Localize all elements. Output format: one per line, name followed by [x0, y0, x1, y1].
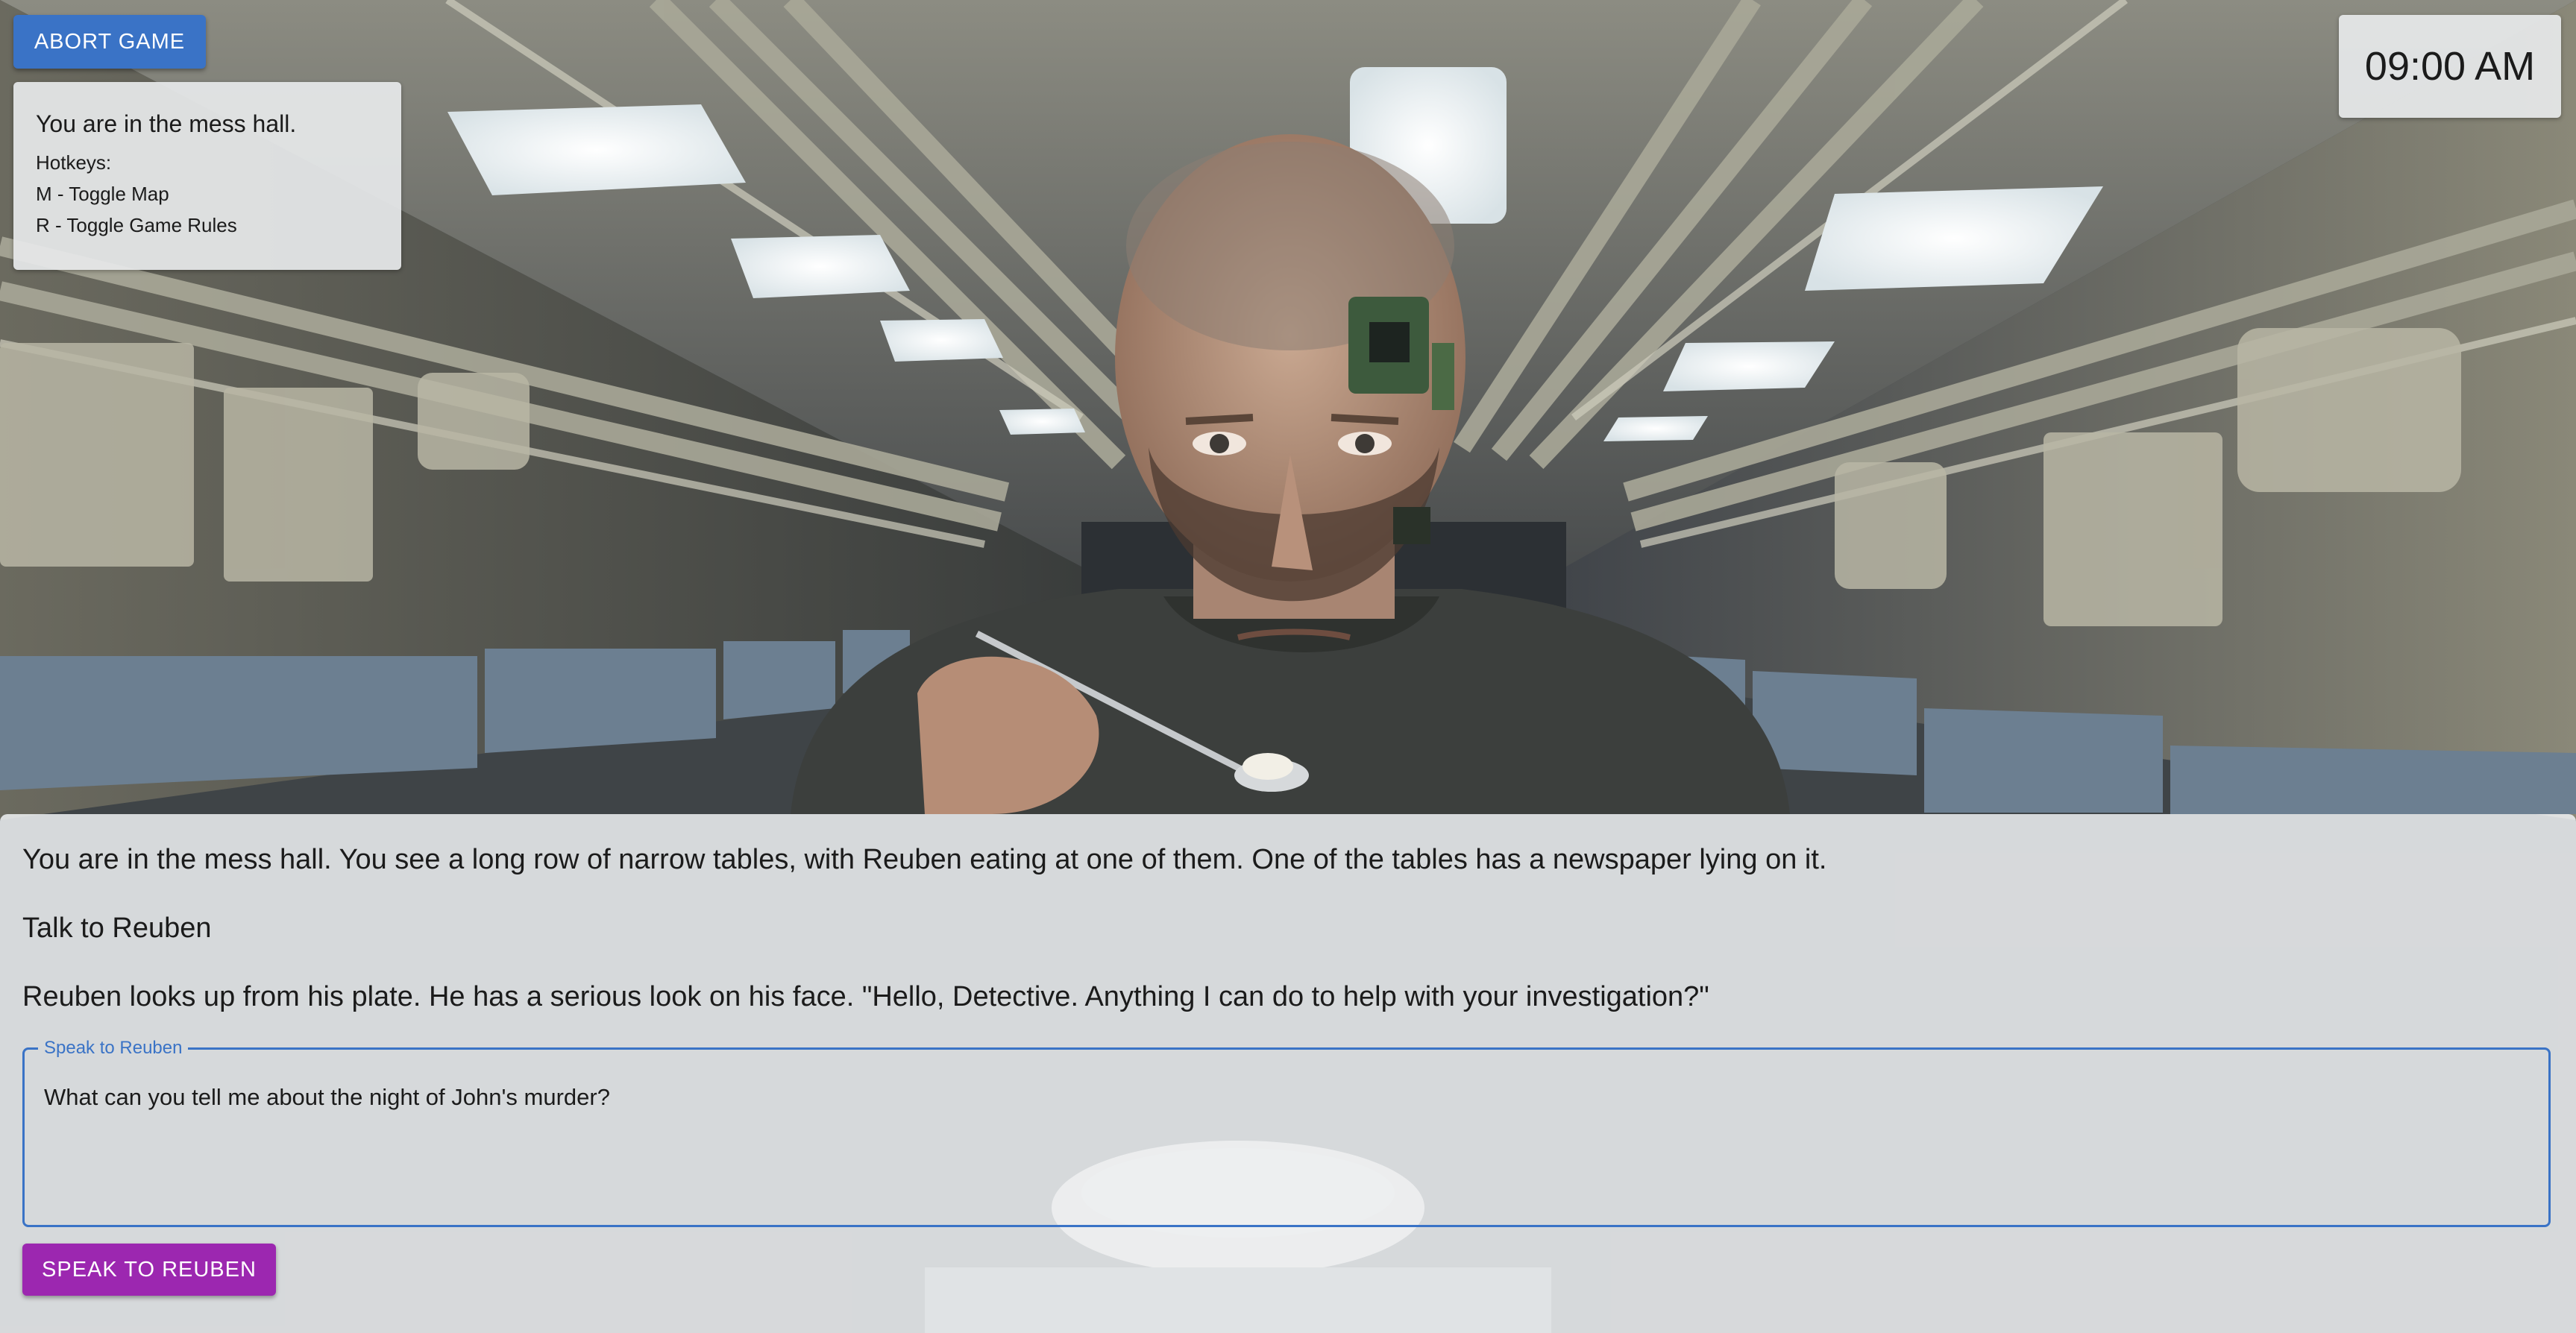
dialog-panel: You are in the mess hall. You see a long… — [0, 814, 2576, 1333]
abort-game-button[interactable]: ABORT GAME — [13, 15, 206, 69]
hotkey-rules: R - Toggle Game Rules — [36, 214, 237, 236]
hotkey-map: M - Toggle Map — [36, 183, 169, 205]
character-response: Reuben looks up from his plate. He has a… — [22, 981, 1709, 1012]
speak-field: Speak to Reuben What can you tell me abo… — [22, 1038, 2551, 1227]
speak-to-reuben-button[interactable]: SPEAK TO REUBEN — [22, 1244, 276, 1296]
chosen-action: Talk to Reuben — [22, 913, 212, 944]
game-clock: 09:00 AM — [2339, 15, 2561, 118]
scene-narration: You are in the mess hall. You see a long… — [22, 844, 1827, 875]
location-info-panel: You are in the mess hall. Hotkeys: M - T… — [13, 82, 401, 270]
speak-field-label: Speak to Reuben — [44, 1038, 183, 1058]
hotkeys-title: Hotkeys: — [36, 151, 112, 174]
speak-input[interactable]: What can you tell me about the night of … — [43, 1083, 2529, 1227]
location-text: You are in the mess hall. — [36, 110, 297, 137]
